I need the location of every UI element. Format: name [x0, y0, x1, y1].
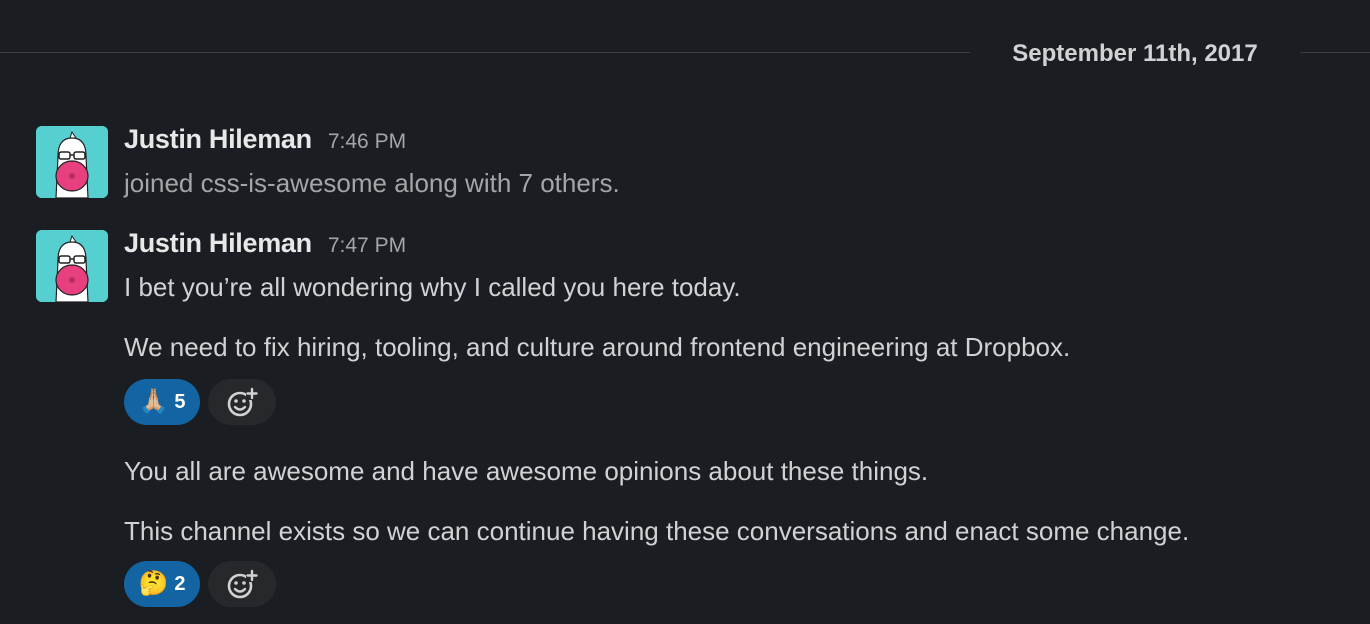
timestamp[interactable]: 7:46 PM [328, 130, 406, 154]
folded-hands-icon: 🙏🏼 [138, 388, 169, 415]
avatar[interactable] [36, 230, 108, 302]
author-name[interactable]: Justin Hileman [124, 228, 312, 259]
add-emoji-icon [227, 569, 258, 599]
message-header: Justin Hileman 7:46 PM [124, 124, 1340, 160]
date-divider-line-right [1300, 52, 1370, 53]
custom-thinking-emoji-icon: 🤔 [138, 570, 169, 597]
reaction-bar: 🙏🏼 5 [124, 378, 1340, 426]
add-reaction-button[interactable] [208, 379, 276, 425]
message-text: This channel exists so we can continue h… [124, 516, 1190, 546]
reaction-bar: 🤔 2 [124, 560, 1340, 608]
date-divider[interactable]: September 11th, 2017 [970, 38, 1300, 70]
reaction-pill[interactable]: 🤔 2 [124, 561, 200, 607]
message-header: Justin Hileman 7:47 PM [124, 228, 1340, 264]
author-name[interactable]: Justin Hileman [124, 124, 312, 155]
reaction-count: 5 [174, 390, 186, 413]
message-text: joined css-is-awesome along with 7 other… [124, 168, 620, 198]
date-divider-line-left [0, 52, 970, 53]
timestamp[interactable]: 7:47 PM [328, 234, 406, 258]
message-pane: September 11th, 2017 Justin Hileman 7:46… [0, 0, 1370, 624]
message-text: We need to fix hiring, tooling, and cult… [124, 332, 1071, 362]
message-body: Justin Hileman 7:47 PM I bet you’re all … [124, 228, 1340, 426]
avatar-image [36, 230, 108, 302]
message-text: You all are awesome and have awesome opi… [124, 456, 929, 486]
add-emoji-icon [227, 387, 258, 417]
add-reaction-button[interactable] [208, 561, 276, 607]
message-text: I bet you’re all wondering why I called … [124, 272, 741, 302]
message-body: You all are awesome and have awesome opi… [124, 454, 1340, 608]
avatar[interactable] [36, 126, 108, 198]
message-body: Justin Hileman 7:46 PM joined css-is-awe… [124, 124, 1340, 200]
reaction-count: 2 [174, 572, 186, 595]
reaction-pill[interactable]: 🙏🏼 5 [124, 379, 200, 425]
avatar-image [36, 126, 108, 198]
